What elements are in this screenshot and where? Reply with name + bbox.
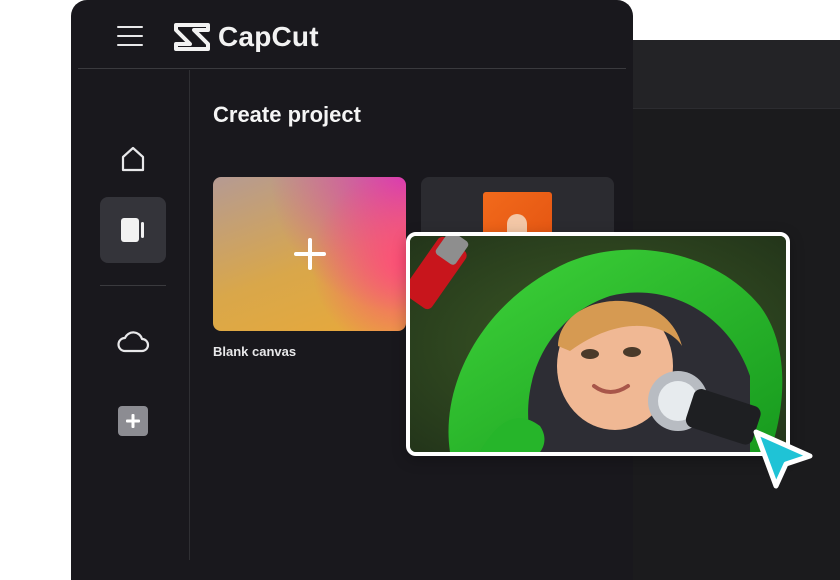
sidebar-item-cloud[interactable]	[100, 309, 166, 375]
home-icon	[121, 146, 145, 172]
child-sleeping-bag-image	[410, 236, 786, 452]
blank-canvas-label: Blank canvas	[213, 344, 297, 359]
video-editor-icon	[121, 218, 144, 242]
blank-canvas-card[interactable]	[213, 177, 406, 331]
sidebar-item-add[interactable]	[100, 388, 166, 454]
add-icon	[118, 406, 148, 436]
sidebar	[71, 70, 189, 580]
sidebar-item-video-editor[interactable]	[100, 197, 166, 263]
capcut-logo-icon	[174, 23, 210, 51]
capcut-logo: CapCut	[172, 20, 319, 54]
top-bar: CapCut	[71, 0, 633, 69]
top-bar-divider	[78, 68, 626, 69]
sidebar-separator	[100, 285, 166, 286]
brand-name: CapCut	[218, 21, 319, 52]
featured-photo	[406, 232, 790, 456]
cloud-icon	[117, 331, 150, 353]
sidebar-divider	[189, 70, 190, 560]
hamburger-menu-icon[interactable]	[117, 26, 143, 48]
page-title: Create project	[213, 102, 361, 127]
sidebar-item-home[interactable]	[100, 126, 166, 192]
plus-icon	[293, 238, 326, 270]
pointer-cursor-icon	[753, 429, 813, 489]
background-window-toolbar	[600, 40, 840, 109]
